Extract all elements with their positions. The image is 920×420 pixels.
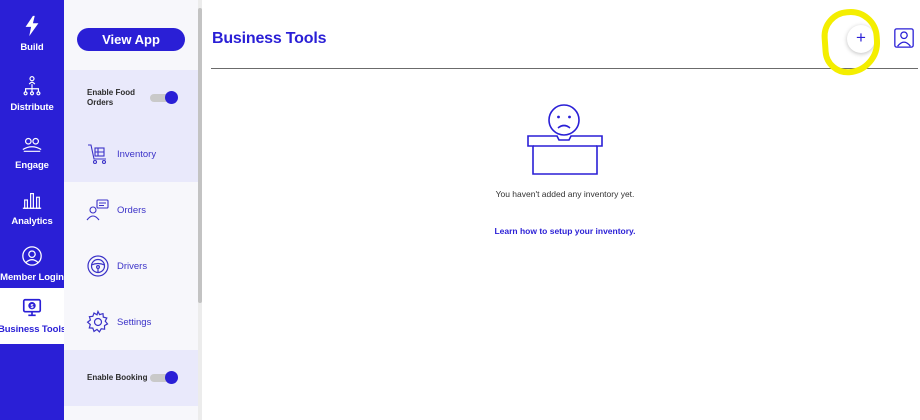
header-divider	[211, 68, 918, 69]
view-app-button[interactable]: View App	[77, 28, 185, 51]
rail-item-label: Business Tools	[0, 324, 67, 335]
toggle-knob	[165, 371, 178, 384]
toggle-knob	[165, 91, 178, 104]
learn-inventory-link[interactable]: Learn how to setup your inventory.	[440, 226, 690, 236]
rail-item-member-login[interactable]: Member Login	[0, 236, 64, 292]
rail-item-business-tools[interactable]: $ Business Tools	[0, 288, 67, 344]
add-inventory-button[interactable]: +	[847, 25, 875, 53]
lightning-icon	[25, 15, 39, 37]
analytics-icon	[22, 192, 42, 209]
rail-item-label: Analytics	[11, 216, 53, 227]
panel-scrollbar-thumb[interactable]	[198, 8, 202, 303]
enable-food-orders-row: Enable Food Orders	[64, 70, 198, 126]
enable-booking-toggle[interactable]	[150, 371, 178, 384]
rail-item-engage[interactable]: Engage	[0, 124, 64, 180]
panel-item-inventory[interactable]: Inventory	[64, 126, 198, 182]
rail-item-label: Build	[20, 42, 44, 53]
panel-item-label: Orders	[117, 204, 147, 216]
steering-wheel-icon	[87, 255, 109, 277]
empty-state-message: You haven't added any inventory yet.	[495, 189, 635, 199]
profile-icon[interactable]	[893, 27, 915, 49]
panel-item-label: Settings	[117, 316, 152, 328]
page-title: Business Tools	[212, 30, 327, 47]
panel-item-drivers[interactable]: Drivers	[64, 238, 198, 294]
business-tools-icon: $	[22, 298, 42, 317]
panel-item-orders[interactable]: Orders	[64, 182, 198, 238]
enable-booking-label: Enable Booking	[87, 373, 148, 382]
rail-item-label: Distribute	[10, 102, 54, 113]
rail-item-analytics[interactable]: Analytics	[0, 180, 64, 236]
panel-item-settings[interactable]: Settings	[64, 294, 198, 350]
rail-item-distribute[interactable]: Distribute	[0, 66, 64, 122]
svg-text:$: $	[30, 304, 33, 310]
gear-icon	[86, 310, 109, 333]
rail-item-build[interactable]: Build	[0, 6, 64, 62]
rail-item-label: Member Login	[0, 272, 64, 283]
member-login-icon	[22, 246, 42, 266]
panel-item-label: Inventory	[117, 148, 157, 160]
inventory-icon	[88, 144, 107, 165]
rail-item-label: Engage	[15, 160, 49, 171]
panel-item-label: Drivers	[117, 260, 148, 272]
empty-box-sad-face-icon	[527, 104, 603, 175]
enable-booking-row: Enable Booking	[64, 350, 198, 406]
enable-food-orders-toggle[interactable]	[150, 91, 178, 104]
enable-food-orders-label: Enable Food Orders	[87, 88, 135, 107]
orders-icon	[86, 199, 109, 221]
distribute-icon	[23, 76, 41, 96]
engage-icon	[22, 137, 42, 152]
